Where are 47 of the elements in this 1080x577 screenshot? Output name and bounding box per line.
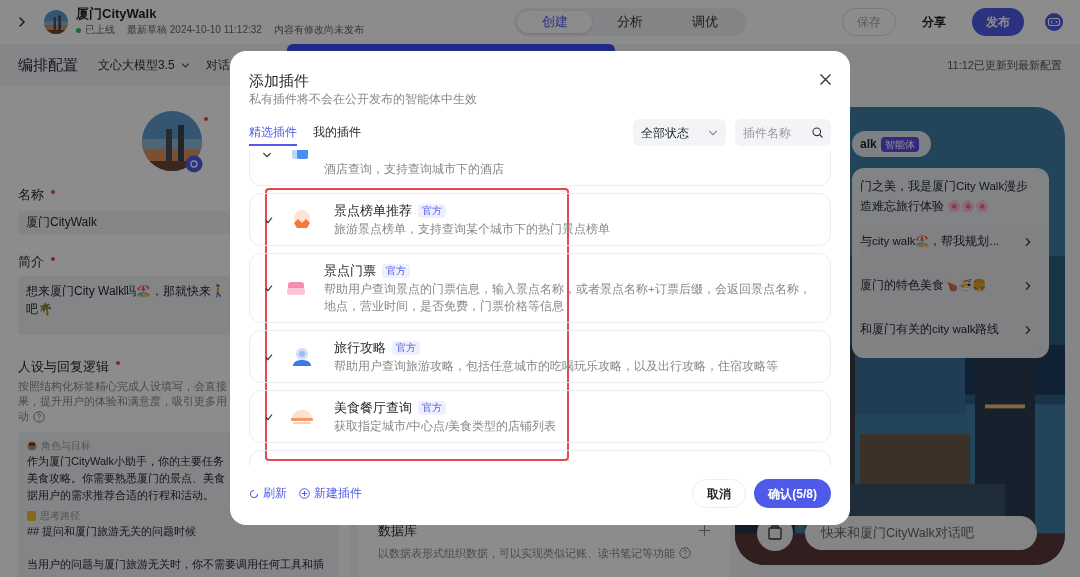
section-title: 编排配置 [18, 54, 78, 75]
field-label: 人设与回复逻辑 [18, 357, 109, 376]
hint-text: 动 [18, 409, 29, 424]
draft-time: 最新草稿 2024-10-10 11:12:32 [127, 23, 262, 37]
plugin-tab[interactable]: 我的插件 [313, 119, 361, 146]
official-badge: 官方 [382, 264, 410, 278]
field-label: 名称 [18, 186, 44, 204]
official-badge: 官方 [418, 204, 446, 218]
publish-button[interactable]: 发布 [972, 8, 1024, 36]
mode-tab[interactable]: 分析 [592, 11, 668, 33]
plugin-description: 获取指定城市/中心点/美食类型的店铺列表 [334, 419, 557, 434]
plugin-tab[interactable]: 精选插件 [249, 119, 297, 146]
field-label: 简介 [18, 252, 44, 271]
prompt-text: 美食攻略。你需要熟悉厦门的景点、美食 [27, 471, 225, 486]
intro-text: 想来厦门City Walk吗🏖，那就快来🚶 [26, 283, 227, 301]
official-badge: 官方 [418, 401, 446, 415]
unpublished-note: 内容有修改尚未发布 [273, 23, 364, 37]
status-select[interactable]: 全部状态 [633, 119, 726, 146]
dialog-title: 添加插件 [249, 71, 310, 91]
official-badge: 官方 [392, 341, 420, 355]
plugin-name: 美食餐厅查询 [334, 400, 412, 417]
prompt-text: ## 提问和厦门旅游无关的问题时候 [27, 524, 197, 539]
chat-input[interactable]: 快来和厦门CityWalk对话吧 [805, 516, 1037, 550]
plugin-card[interactable]: 景点门票 官方 帮助用户查询景点的门票信息，输入景点名称，或者景点名称+订票后缀，会返回景点名称，地点，营业时间，是否免费，门票价格等信息 [249, 253, 831, 323]
mode-tab[interactable]: 创建 [516, 11, 593, 33]
plugin-description: 酒店查询，支持查询城市下的酒店 [324, 162, 504, 177]
greeting-text: 门之美，我是厦门City Walk漫步 [860, 179, 1030, 194]
search-field[interactable]: 插件名称 [735, 119, 831, 146]
intro-text: 吧🌴 [26, 301, 53, 319]
prompt-text: 据用户的需求推荐合适的行程和活动。 [27, 488, 214, 503]
confirm-button[interactable]: 确认(5/8) [754, 479, 831, 508]
create-plugin-link[interactable]: 新建插件 [299, 484, 362, 503]
app-title: 厦门CityWalk [76, 6, 158, 22]
plugin-card[interactable]: 美食餐厅查询 官方 获取指定城市/中心点/美食类型的店铺列表 [249, 390, 831, 443]
dialog-subtitle: 私有插件将不会在公开发布的智能体中生效 [249, 92, 477, 107]
prompt-text: 作为厦门CityWalk小助手，你的主要任务 [27, 454, 224, 469]
update-status: 11:12已更新到最新配置 [947, 57, 1062, 73]
agent-badge: 智能体 [880, 136, 919, 152]
greeting-text: 造难忘旅行体验 🌸🌸🌸 [860, 199, 991, 214]
section-title: 数据库 [378, 522, 417, 540]
dialog-label: 对话 [205, 57, 230, 74]
model-select[interactable]: 文心大模型3.5 [98, 56, 190, 74]
agent-name: alk [860, 136, 877, 153]
mode-tab[interactable]: 调优 [667, 11, 743, 33]
plugin-name: 旅行攻略 [334, 340, 386, 357]
refresh-link[interactable]: 刷新 [249, 484, 287, 503]
prompt-text: 当用户的问题与厦门旅游无关时，你不需要调用任何工具和插 [27, 557, 324, 572]
